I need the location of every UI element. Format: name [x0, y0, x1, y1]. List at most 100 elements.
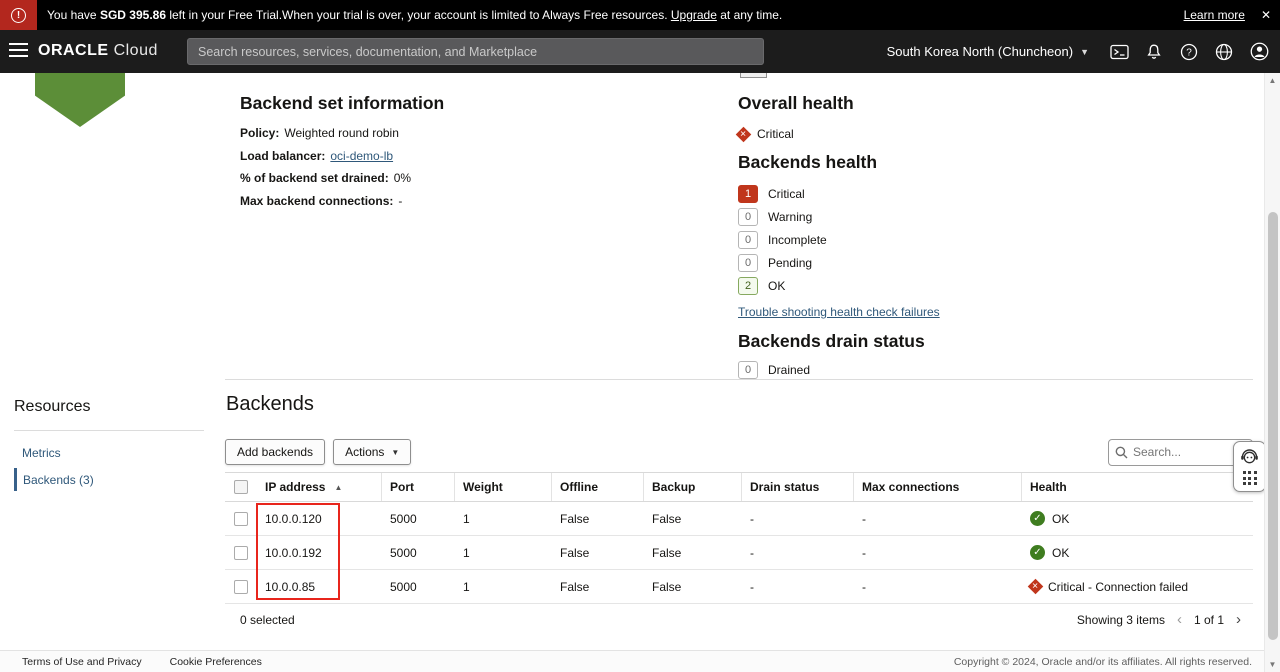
table-header-row: IP address▲ Port Weight Offline Backup D… [225, 472, 1253, 502]
pagination-prev-icon[interactable]: ‹ [1177, 611, 1182, 628]
vertical-scrollbar[interactable]: ▲ ▼ [1264, 73, 1280, 672]
info-row-drained: % of backend set drained: 0% [240, 171, 411, 194]
load-balancer-link[interactable]: oci-demo-lb [330, 149, 393, 163]
header-ip-address[interactable]: IP address▲ [257, 473, 382, 501]
scrollbar-thumb[interactable] [1268, 212, 1278, 640]
logo-oracle: ORACLE [38, 42, 109, 59]
pending-count-badge: 0 [738, 254, 758, 272]
chevron-down-icon: ▼ [1080, 47, 1089, 57]
cell-max-connections: - [854, 546, 1022, 560]
drained-value: 0% [394, 171, 411, 185]
scroll-up-icon[interactable]: ▲ [1265, 76, 1280, 85]
health-item-incomplete: 0Incomplete [738, 228, 1158, 251]
global-search-input[interactable] [187, 38, 764, 65]
sidebar-item-backends[interactable]: Backends (3) [14, 468, 94, 491]
upgrade-link[interactable]: Upgrade [671, 8, 717, 22]
apps-grid-icon [1243, 471, 1257, 485]
row-checkbox[interactable] [234, 512, 248, 526]
table-row[interactable]: 10.0.0.85 5000 1 False False - - ✕Critic… [225, 570, 1253, 604]
header-offline-label: Offline [560, 480, 598, 494]
alert-icon: ! [0, 0, 37, 30]
backend-set-info-fields: Policy:Weighted round robin Load balance… [240, 126, 411, 216]
header-drain-status[interactable]: Drain status [742, 473, 854, 501]
oracle-cloud-logo[interactable]: ORACLECloud [38, 42, 158, 60]
hamburger-menu-icon[interactable] [9, 43, 28, 61]
pending-label: Pending [768, 256, 812, 270]
resources-divider [14, 430, 204, 431]
cookie-preferences-link[interactable]: Cookie Preferences [170, 656, 262, 668]
user-avatar-icon[interactable] [1246, 39, 1272, 65]
header-backup[interactable]: Backup [644, 473, 742, 501]
health-text: OK [1052, 546, 1069, 560]
sidebar-item-backends-label: Backends (3) [23, 473, 94, 487]
drain-item-drained: 0Drained [738, 358, 1158, 381]
header-port-label: Port [390, 480, 414, 494]
health-item-pending: 0 Pending [738, 251, 1158, 274]
language-globe-icon[interactable] [1211, 39, 1237, 65]
trial-amount: SGD 395.86 [100, 8, 166, 22]
add-backends-button[interactable]: Add backends [225, 439, 325, 465]
cell-drain-status: - [742, 546, 854, 560]
overall-health-label: Critical [757, 127, 794, 141]
pagination-next-icon[interactable]: › [1236, 611, 1247, 628]
banner-text-pre: You have [47, 8, 100, 22]
header-port[interactable]: Port [382, 473, 455, 501]
help-icon[interactable]: ? [1176, 39, 1202, 65]
health-text: OK [1052, 512, 1069, 526]
drain-status-title: Backends drain status [738, 331, 1158, 352]
ok-label: OK [768, 279, 785, 293]
header-weight[interactable]: Weight [455, 473, 552, 501]
backends-section-title: Backends [226, 393, 314, 416]
row-checkbox[interactable] [234, 580, 248, 594]
cell-port: 5000 [382, 512, 455, 526]
backends-health-title: Backends health [738, 152, 1158, 173]
header-backup-label: Backup [652, 480, 695, 494]
incomplete-label: Incomplete [768, 233, 827, 247]
table-row[interactable]: 10.0.0.120 5000 1 False False - - ✓OK [225, 502, 1253, 536]
row-checkbox[interactable] [234, 546, 248, 560]
scroll-down-icon[interactable]: ▼ [1265, 660, 1280, 669]
header-max-connections[interactable]: Max connections [854, 473, 1022, 501]
drained-badge-label: Drained [768, 363, 810, 377]
cell-offline: False [552, 512, 644, 526]
ok-check-icon: ✓ [1030, 545, 1045, 560]
banner-text-mid: left in your Free Trial.When your trial … [166, 8, 671, 22]
critical-icon: ✕ [1028, 579, 1044, 595]
table-search-input[interactable] [1133, 445, 1246, 459]
sidebar-item-metrics[interactable]: Metrics [22, 446, 61, 460]
select-all-checkbox[interactable] [234, 480, 248, 494]
table-row[interactable]: 10.0.0.192 5000 1 False False - - ✓OK [225, 536, 1253, 570]
assistant-widget[interactable] [1233, 441, 1266, 492]
close-icon[interactable]: ✕ [1261, 8, 1271, 22]
troubleshooting-link[interactable]: Trouble shooting health check failures [738, 305, 940, 319]
actions-button[interactable]: Actions▼ [333, 439, 411, 465]
cloud-shell-icon[interactable] [1106, 39, 1132, 65]
overall-health-status: ✕ Critical [738, 124, 1158, 144]
header-offline[interactable]: Offline [552, 473, 644, 501]
load-balancer-label: Load balancer: [240, 149, 325, 163]
cell-health: ✓ OK [1022, 545, 1069, 560]
cell-health: ✓OK [1022, 511, 1069, 526]
header-health[interactable]: Health [1022, 473, 1253, 501]
cell-offline: False [552, 580, 644, 594]
max-connections-label: Max backend connections: [240, 194, 393, 208]
cell-ip: 10.0.0.120 [257, 512, 382, 526]
terms-link[interactable]: Terms of Use and Privacy [22, 656, 142, 668]
cell-backup: False [644, 546, 742, 560]
scrolled-element-fragment [740, 73, 767, 78]
region-selector[interactable]: South Korea North (Chuncheon)▼ [887, 44, 1089, 59]
resources-title: Resources [14, 398, 90, 416]
cell-max-connections: - [854, 580, 1022, 594]
drained-label: % of backend set drained: [240, 171, 389, 185]
page-footer: Terms of Use and Privacy Cookie Preferen… [0, 650, 1264, 672]
selected-count: 0 selected [225, 613, 295, 627]
notifications-bell-icon[interactable] [1141, 39, 1167, 65]
showing-items-text: Showing 3 items [1077, 613, 1165, 627]
cell-port: 5000 [382, 546, 455, 560]
learn-more-link[interactable]: Learn more [1184, 8, 1245, 22]
health-item-critical: 1Critical [738, 182, 1158, 205]
cell-ip: 10.0.0.192 [257, 546, 382, 560]
sort-ascending-icon[interactable]: ▲ [334, 483, 342, 492]
health-item-ok: 2OK [738, 274, 1158, 297]
header-actions: South Korea North (Chuncheon)▼ ? [887, 30, 1272, 73]
